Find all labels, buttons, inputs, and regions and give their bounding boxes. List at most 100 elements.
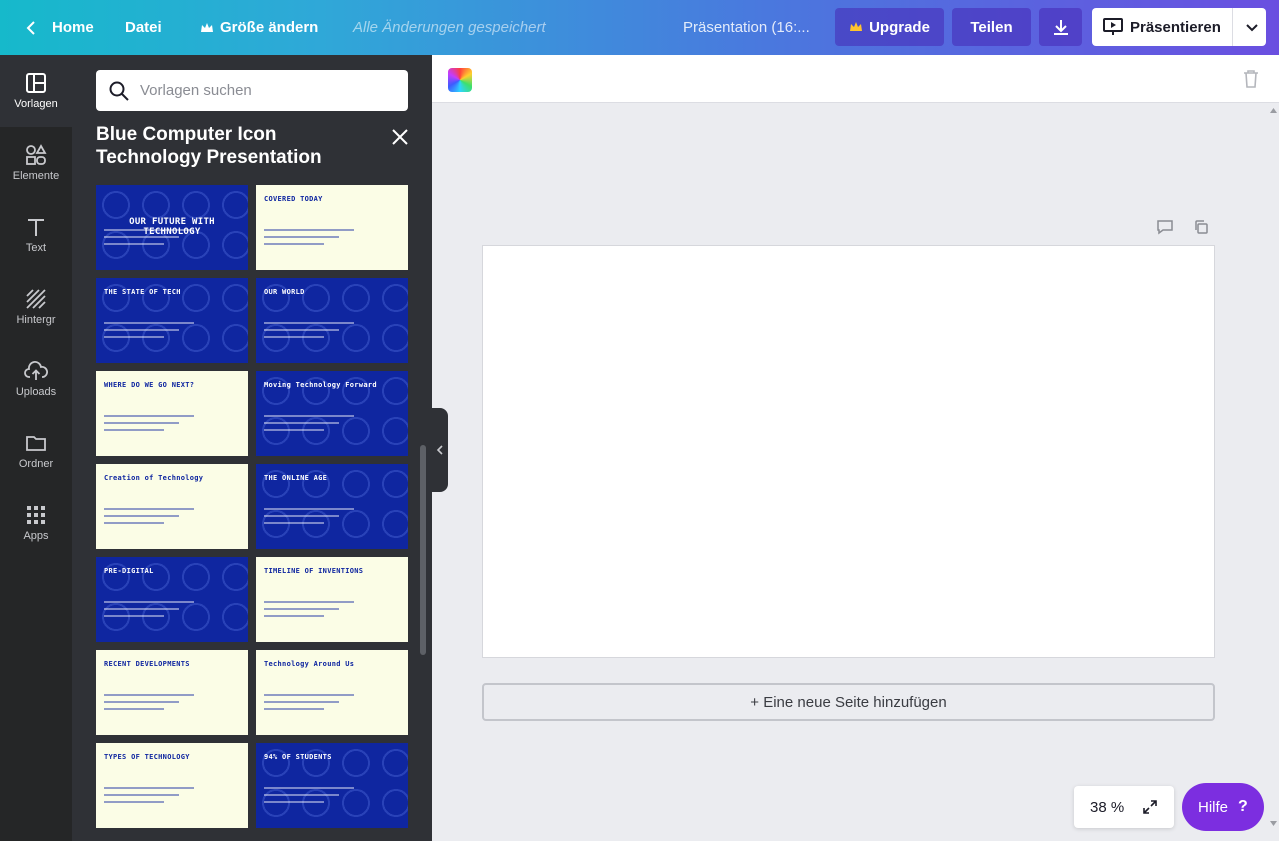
text-icon [28, 219, 44, 236]
apps-icon [27, 506, 45, 524]
thumbnail-text-line [104, 508, 194, 510]
thumbnail-text-line [104, 329, 179, 331]
thumbnail-text-line [264, 522, 324, 524]
rail-item-text[interactable]: Text [0, 199, 72, 271]
template-thumbnail[interactable]: COVERED TODAY [256, 185, 408, 270]
question-icon: ? [1238, 798, 1248, 815]
thumbnail-text-line [104, 787, 194, 789]
template-thumbnail[interactable]: OUR FUTURE WITH TECHNOLOGY [96, 185, 248, 270]
resize-label: Größe ändern [220, 19, 319, 36]
thumbnail-text-line [104, 429, 164, 431]
rail-item-uploads[interactable]: Uploads [0, 343, 72, 415]
rail-item-templates[interactable]: Vorlagen [0, 55, 72, 127]
save-status: Alle Änderungen gespeichert [353, 19, 546, 36]
add-page-button[interactable]: + Eine neue Seite hinzufügen [482, 683, 1215, 721]
canvas-scrollbar[interactable] [1268, 103, 1279, 841]
thumbnail-text-line [264, 787, 354, 789]
templates-panel: Vorlagen suchen Blue Computer Icon Techn… [72, 55, 432, 841]
thumbnail-heading: 94% OF STUDENTS [264, 753, 332, 761]
side-rail: Vorlagen Elemente Text Hintergr Uploads … [0, 55, 72, 841]
rail-item-folders[interactable]: Ordner [0, 415, 72, 487]
thumbnail-text-line [264, 229, 354, 231]
thumbnail-text-line [104, 243, 164, 245]
upgrade-button[interactable]: Upgrade [835, 8, 944, 46]
chevron-down-icon[interactable] [1245, 20, 1259, 34]
thumbnail-heading: PRE-DIGITAL [104, 567, 154, 575]
thumbnail-text-line [104, 422, 179, 424]
template-thumbnail[interactable]: TIMELINE OF INVENTIONS [256, 557, 408, 642]
thumbnail-text-line [104, 515, 179, 517]
template-thumbnail[interactable]: Technology Around Us [256, 650, 408, 735]
thumbnail-heading: THE ONLINE AGE [264, 474, 328, 482]
template-thumbnail[interactable]: 94% OF STUDENTS [256, 743, 408, 828]
divider [1232, 8, 1233, 46]
thumbnail-text-line [104, 322, 194, 324]
top-bar: Home Datei Größe ändern Alle Änderungen … [0, 0, 1279, 55]
rail-label: Uploads [15, 386, 57, 398]
chevron-left-icon [436, 445, 443, 455]
thumbnail-text-line [264, 615, 324, 617]
collapse-panel-button[interactable] [432, 408, 448, 492]
rail-item-background[interactable]: Hintergr [0, 271, 72, 343]
thumbnail-text-line [264, 515, 339, 517]
fullscreen-icon[interactable] [1142, 799, 1158, 815]
rail-label: Apps [23, 530, 49, 542]
trash-icon[interactable] [1242, 69, 1260, 89]
thumbnail-text-line [264, 794, 339, 796]
thumbnail-heading: Technology Around Us [264, 660, 355, 668]
folder-icon [26, 436, 46, 451]
rail-label: Text [25, 242, 47, 254]
help-button[interactable]: Hilfe ? [1182, 783, 1264, 831]
search-placeholder: Vorlagen suchen [140, 82, 252, 99]
thumbnail-text-line [264, 429, 324, 431]
template-thumbnail[interactable]: Moving Technology Forward [256, 371, 408, 456]
file-menu[interactable]: Datei [125, 0, 162, 55]
document-title[interactable]: Präsentation (16:... [683, 0, 810, 55]
thumbnail-text-line [104, 236, 179, 238]
zoom-level: 38 % [1090, 798, 1125, 816]
rail-item-elements[interactable]: Elemente [0, 127, 72, 199]
duplicate-icon[interactable] [1193, 219, 1209, 235]
thumbnail-text-line [264, 322, 354, 324]
color-picker[interactable] [448, 68, 472, 92]
share-button[interactable]: Teilen [952, 8, 1031, 46]
home-button[interactable]: Home [24, 0, 94, 55]
thumbnail-text-line [264, 601, 354, 603]
template-thumbnail[interactable]: TYPES OF TECHNOLOGY [96, 743, 248, 828]
template-thumbnail[interactable]: THE ONLINE AGE [256, 464, 408, 549]
close-icon[interactable] [388, 125, 412, 149]
present-label: Präsentieren [1130, 18, 1221, 36]
slide-canvas[interactable] [482, 245, 1215, 658]
template-thumbnail[interactable]: WHERE DO WE GO NEXT? [96, 371, 248, 456]
template-thumbnail[interactable]: RECENT DEVELOPMENTS [96, 650, 248, 735]
editor-toolbar [432, 55, 1279, 103]
download-button[interactable] [1039, 8, 1082, 46]
template-search[interactable]: Vorlagen suchen [96, 70, 408, 111]
thumbnail-heading: OUR FUTURE WITH TECHNOLOGY [129, 217, 215, 237]
thumbnail-text-line [104, 794, 179, 796]
thumbnail-text-line [104, 708, 164, 710]
template-thumbnail[interactable]: PRE-DIGITAL [96, 557, 248, 642]
present-button[interactable]: Präsentieren [1092, 8, 1266, 46]
upload-icon [24, 361, 48, 380]
comment-icon[interactable] [1156, 219, 1174, 235]
thumbnail-heading: Creation of Technology [104, 474, 204, 482]
help-label: Hilfe [1198, 798, 1229, 816]
template-thumbnail[interactable]: THE STATE OF TECH [96, 278, 248, 363]
panel-scrollbar[interactable] [420, 445, 426, 655]
rail-item-apps[interactable]: Apps [0, 487, 72, 559]
thumbnail-text-line [264, 608, 339, 610]
template-thumbnail[interactable]: OUR WORLD [256, 278, 408, 363]
thumbnail-heading: WHERE DO WE GO NEXT? [104, 381, 195, 389]
thumbnail-heading: RECENT DEVELOPMENTS [104, 660, 190, 668]
resize-button[interactable]: Größe ändern [200, 0, 318, 55]
zoom-control[interactable]: 38 % [1074, 786, 1174, 828]
rail-label: Hintergr [16, 314, 56, 326]
thumbnail-text-line [104, 522, 164, 524]
thumbnail-text-line [264, 708, 324, 710]
upgrade-label: Upgrade [869, 18, 930, 36]
template-thumbnail[interactable]: Creation of Technology [96, 464, 248, 549]
template-title: Blue Computer Icon Technology Presentati… [96, 124, 322, 168]
thumbnail-text-line [264, 415, 354, 417]
thumbnail-text-line [264, 694, 354, 696]
